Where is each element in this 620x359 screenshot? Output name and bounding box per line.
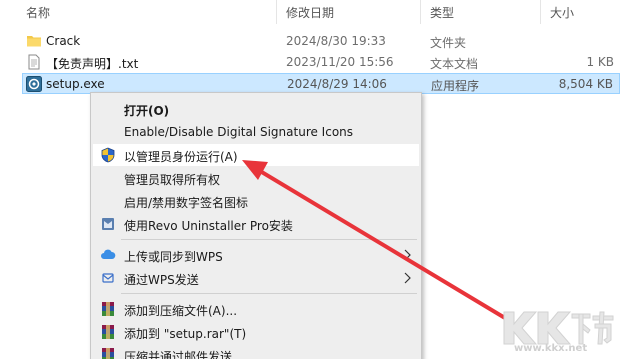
file-date: 2023/11/20 15:56 [286, 55, 394, 69]
column-date-header[interactable]: 修改日期 [286, 4, 334, 21]
menu-separator [121, 293, 417, 294]
file-type: 应用程序 [431, 79, 480, 93]
file-date: 2024/8/30 19:33 [286, 34, 386, 48]
menu-item-open[interactable]: 打开(O) [93, 98, 419, 120]
menu-separator [121, 239, 417, 240]
menu-item-label: 压缩并通过邮件发送... [124, 350, 244, 359]
watermark-url: www.kkx.net [514, 343, 588, 354]
menu-item-wps-send[interactable]: 通过WPS发送 [93, 267, 419, 289]
menu-item-wps-sync[interactable]: 上传或同步到WPS [93, 244, 419, 266]
column-divider[interactable] [540, 0, 541, 24]
menu-item-label: 通过WPS发送 [124, 273, 199, 287]
file-date: 2024/8/29 14:06 [287, 77, 387, 91]
winrar-icon [102, 325, 114, 339]
file-type: 文本文档 [430, 57, 479, 71]
file-size: 8,504 KB [558, 77, 613, 91]
menu-item-label: 使用Revo Uninstaller Pro安装 [124, 219, 293, 233]
folder-icon [27, 36, 41, 47]
menu-item-add-to-setup-rar[interactable]: 添加到 "setup.rar"(T) [93, 321, 419, 343]
column-name-header[interactable]: 名称 [26, 4, 50, 21]
column-divider[interactable] [420, 0, 421, 24]
chevron-right-icon [404, 249, 411, 261]
winrar-icon [102, 348, 114, 359]
menu-item-signature-icons-cn[interactable]: 启用/禁用数字签名图标 [93, 190, 419, 212]
menu-item-label: 上传或同步到WPS [124, 250, 223, 264]
menu-item-label: 添加到压缩文件(A)... [124, 304, 238, 318]
menu-item-label: Enable/Disable Digital Signature Icons [124, 125, 354, 139]
menu-item-add-to-archive[interactable]: 添加到压缩文件(A)... [93, 298, 419, 320]
column-header: 名称 修改日期 类型 大小 [0, 0, 620, 24]
menu-item-toggle-signature-icons[interactable]: Enable/Disable Digital Signature Icons [93, 121, 419, 143]
setup-app-icon [26, 76, 42, 92]
menu-item-compress-and-email[interactable]: 压缩并通过邮件发送... [93, 344, 419, 359]
file-name: 【免责声明】.txt [46, 57, 139, 71]
file-row-setup-exe[interactable]: setup.exe 2024/8/29 14:06 应用程序 8,504 KB [22, 73, 620, 94]
file-row-disclaimer[interactable]: 【免责声明】.txt 2023/11/20 15:56 文本文档 1 KB [20, 52, 620, 73]
chevron-right-icon [404, 272, 411, 284]
text-file-icon [28, 54, 40, 70]
wps-share-icon [102, 273, 114, 283]
file-name: Crack [46, 34, 81, 48]
menu-item-label: 启用/禁用数字签名图标 [124, 196, 249, 210]
context-menu: 打开(O) Enable/Disable Digital Signature I… [90, 92, 422, 359]
menu-item-label: 管理员取得所有权 [124, 173, 221, 187]
menu-item-revo-install[interactable]: 使用Revo Uninstaller Pro安装 [93, 213, 419, 235]
uac-shield-icon [101, 147, 115, 163]
column-size-header[interactable]: 大小 [550, 4, 574, 21]
menu-item-take-ownership[interactable]: 管理员取得所有权 [93, 167, 419, 189]
revo-uninstaller-icon [102, 218, 114, 230]
file-row-crack[interactable]: Crack 2024/8/30 19:33 文件夹 [20, 31, 620, 52]
wps-cloud-icon [101, 249, 116, 259]
column-type-header[interactable]: 类型 [430, 4, 454, 21]
file-name: setup.exe [46, 77, 105, 91]
file-size: 1 KB [586, 55, 614, 69]
winrar-icon [102, 302, 114, 316]
menu-item-label: 以管理员身份运行(A) [124, 150, 238, 164]
menu-item-run-as-admin[interactable]: 以管理员身份运行(A) [93, 144, 419, 166]
menu-item-label: 添加到 "setup.rar"(T) [124, 327, 247, 341]
file-type: 文件夹 [430, 36, 467, 50]
column-divider[interactable] [276, 0, 277, 24]
menu-item-label: 打开(O) [124, 104, 170, 118]
